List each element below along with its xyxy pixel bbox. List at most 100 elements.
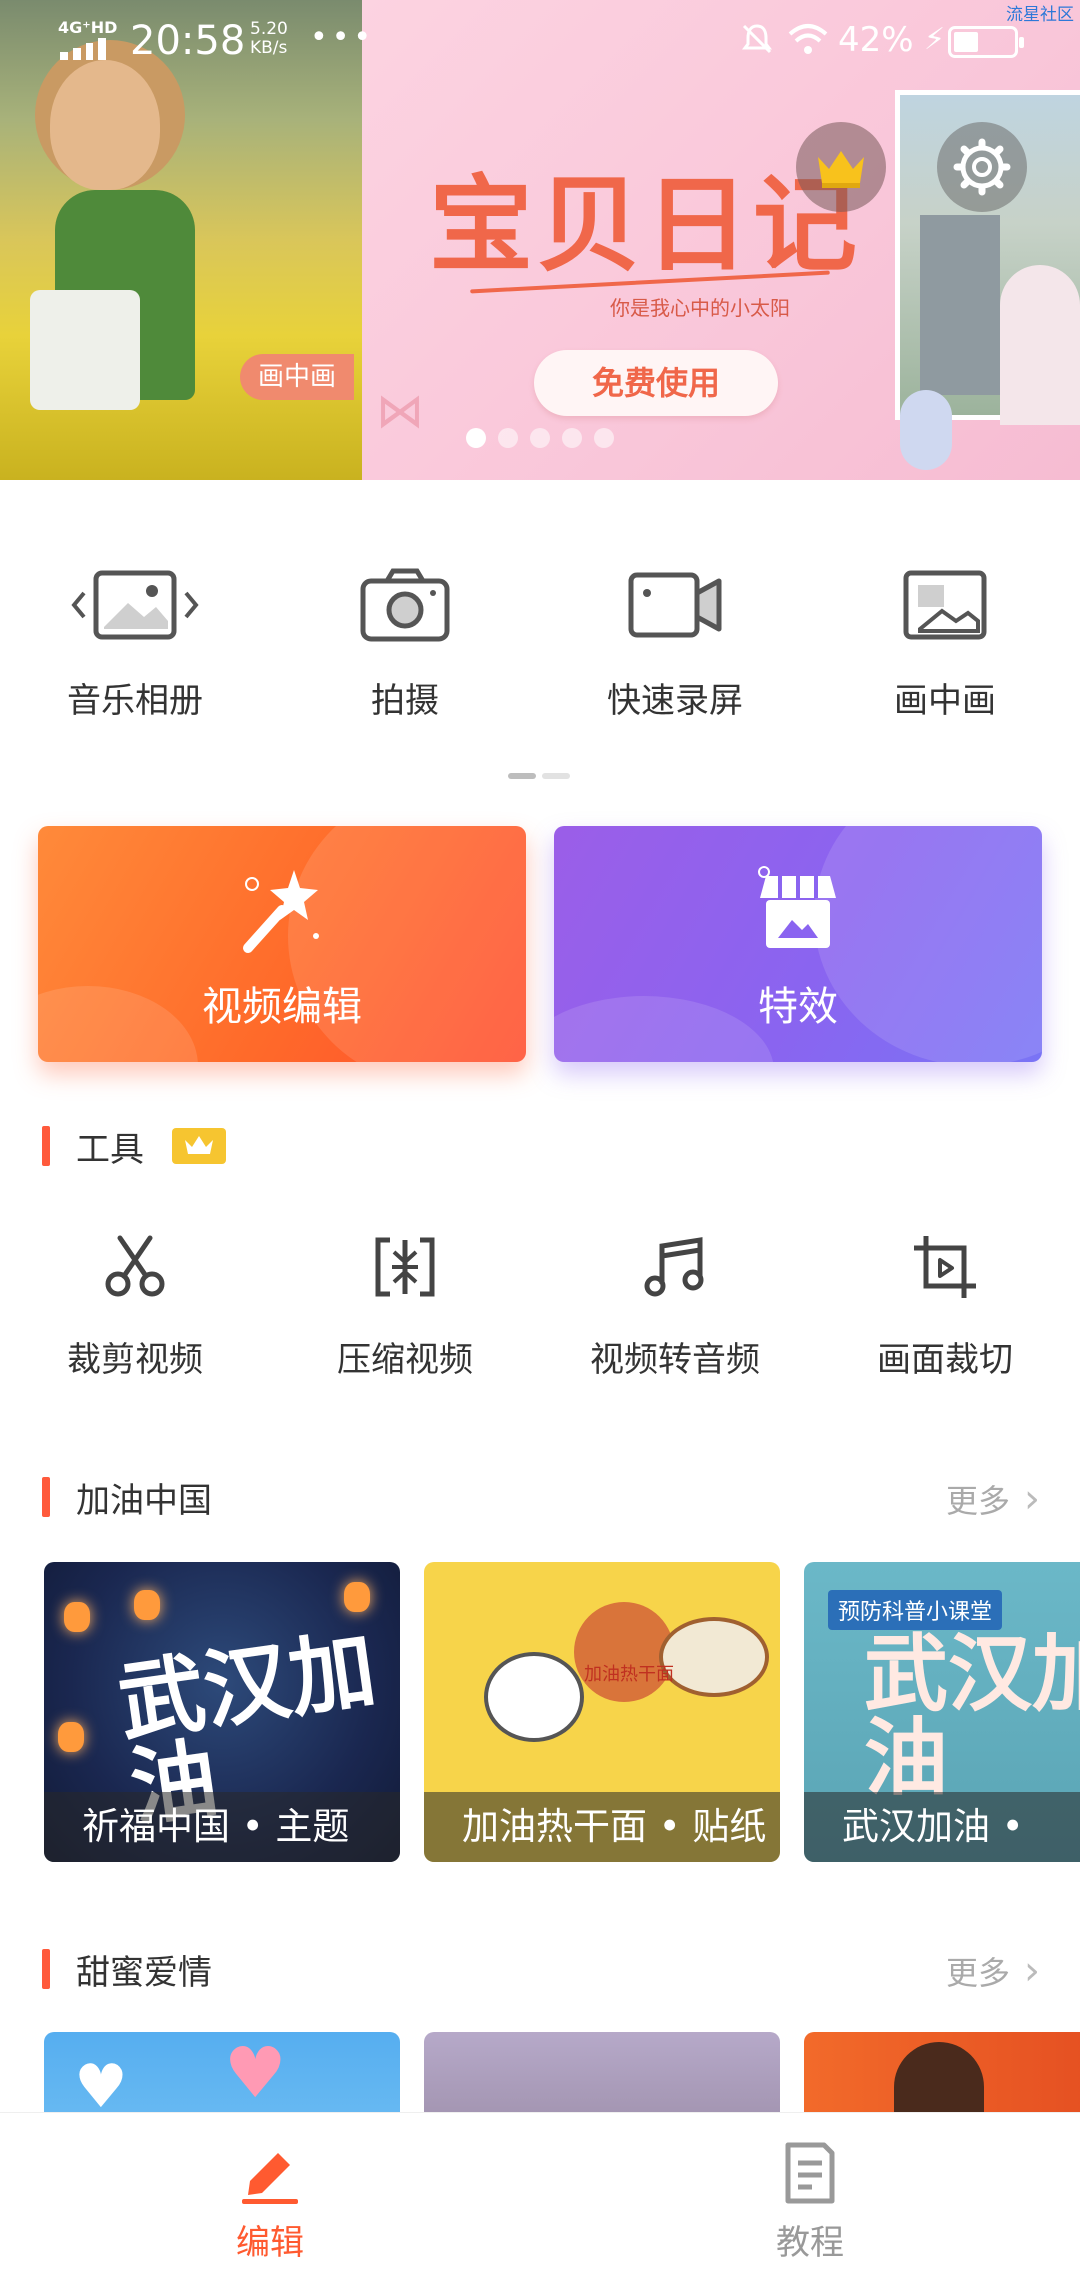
quick-action-label: 快速录屏 bbox=[607, 681, 743, 721]
card-caption: 祈福中国 • 主题 bbox=[44, 1792, 400, 1862]
quick-action-label: 画中画 bbox=[894, 681, 996, 721]
compress-icon bbox=[375, 1237, 435, 1297]
page-indicator-inactive bbox=[542, 773, 570, 779]
tools-section-header: 工具 bbox=[42, 1121, 226, 1171]
tool-compress-video[interactable]: 压缩视频 bbox=[270, 1232, 540, 1412]
tool-video-to-audio[interactable]: 视频转音频 bbox=[540, 1232, 810, 1412]
love-card-couple[interactable] bbox=[424, 2032, 780, 2112]
lantern-decoration bbox=[58, 1722, 84, 1752]
camera-icon bbox=[360, 568, 450, 642]
quick-actions-page-indicator bbox=[508, 773, 570, 779]
quick-action-label: 拍摄 bbox=[371, 681, 439, 721]
love-thumbnails: ♥ ♥ bbox=[44, 2032, 1080, 2112]
mute-icon bbox=[742, 24, 772, 54]
nav-tutorial[interactable]: 教程 bbox=[540, 2113, 1080, 2280]
bow-decoration: ⋈ bbox=[376, 383, 424, 439]
heart-icon: ♥ bbox=[224, 2032, 287, 2112]
vip-crown-button[interactable] bbox=[796, 122, 886, 212]
quick-action-label: 音乐相册 bbox=[67, 681, 203, 721]
settings-button[interactable] bbox=[937, 122, 1027, 212]
love-more-link[interactable]: 更多 › bbox=[946, 1948, 1040, 1994]
tool-crop-frame[interactable]: 画面裁切 bbox=[810, 1232, 1080, 1412]
card-art-text: 武汉加油 bbox=[864, 1624, 1080, 1807]
noodle-bowl-illustration bbox=[484, 1652, 584, 1742]
signal-icon bbox=[60, 38, 106, 60]
network-type: 4G⁺HD bbox=[58, 18, 118, 37]
section-title: 加油中国 bbox=[76, 1480, 212, 1521]
free-use-button[interactable]: 免费使用 bbox=[534, 350, 778, 416]
more-notifications-icon: ••• bbox=[310, 20, 376, 55]
card-caption: 武汉加油 • bbox=[804, 1792, 1080, 1862]
nav-edit[interactable]: 编辑 bbox=[0, 2113, 540, 2280]
picture-in-picture-icon bbox=[903, 570, 987, 640]
banner-pip-tag: 画中画 bbox=[240, 354, 355, 400]
page-indicator-active bbox=[508, 773, 536, 779]
scissors-icon bbox=[105, 1235, 165, 1297]
bun-illustration bbox=[659, 1617, 769, 1697]
clock: 20:58 bbox=[130, 18, 246, 64]
tool-label: 裁剪视频 bbox=[67, 1340, 203, 1380]
tool-trim-video[interactable]: 裁剪视频 bbox=[0, 1232, 270, 1412]
bottom-navigation: 编辑 教程 bbox=[0, 2112, 1080, 2280]
nav-label: 教程 bbox=[776, 2223, 844, 2263]
sticker-card-reganmian[interactable]: 加油热干面 加油热干面 • 贴纸 bbox=[424, 1562, 780, 1862]
effects-label: 特效 bbox=[758, 984, 838, 1030]
quick-action-screen-record[interactable]: 快速录屏 bbox=[540, 540, 810, 740]
effects-card[interactable]: 特效 bbox=[554, 826, 1042, 1062]
quick-action-camera[interactable]: 拍摄 bbox=[270, 540, 540, 740]
china-more-link[interactable]: 更多 › bbox=[946, 1476, 1040, 1522]
bunny-decoration bbox=[900, 390, 952, 470]
lantern-decoration bbox=[64, 1602, 90, 1632]
section-title: 甜蜜爱情 bbox=[76, 1952, 212, 1993]
community-link[interactable]: 流星社区 bbox=[1006, 0, 1074, 25]
theme-card-pray-china[interactable]: 武汉加油 祈福中国 • 主题 bbox=[44, 1562, 400, 1862]
tools-row: 裁剪视频 压缩视频 视频转音频 画面裁切 bbox=[0, 1232, 1080, 1412]
banner-dot[interactable] bbox=[530, 428, 550, 448]
portrait-face bbox=[894, 2042, 984, 2112]
card-caption: 加油热干面 • 贴纸 bbox=[424, 1792, 780, 1862]
lantern-decoration bbox=[344, 1582, 370, 1612]
wifi-icon bbox=[788, 24, 828, 54]
section-title: 工具 bbox=[76, 1129, 144, 1170]
china-section-header: 加油中国 bbox=[42, 1472, 212, 1522]
edit-icon bbox=[242, 2153, 298, 2204]
music-album-icon bbox=[71, 570, 199, 640]
crown-icon bbox=[818, 151, 864, 188]
quick-actions-row: 音乐相册 拍摄 快速录屏 画中画 bbox=[0, 540, 1080, 740]
section-accent-bar bbox=[42, 1126, 50, 1166]
banner-dot[interactable] bbox=[562, 428, 582, 448]
battery-icon bbox=[948, 26, 1024, 58]
network-speed: 5.20 KB/s bbox=[250, 19, 288, 58]
quick-action-pip[interactable]: 画中画 bbox=[810, 540, 1080, 740]
banner-dot-active[interactable] bbox=[466, 428, 486, 448]
banner-dot[interactable] bbox=[498, 428, 518, 448]
gear-icon bbox=[953, 138, 1011, 196]
top-banner[interactable]: 画中画 ⋈ 宝贝日记 你是我心中的小太阳 免费使用 4G⁺HD 20:58 5.… bbox=[0, 0, 1080, 480]
video-edit-card[interactable]: 视频编辑 bbox=[38, 826, 526, 1062]
photo-building bbox=[920, 215, 1000, 395]
more-label: 更多 bbox=[945, 1482, 1010, 1520]
banner-page-dots[interactable] bbox=[466, 428, 614, 448]
section-accent-bar bbox=[42, 1477, 50, 1517]
tool-label: 压缩视频 bbox=[337, 1340, 473, 1380]
battery-level bbox=[954, 32, 979, 52]
love-section-header: 甜蜜爱情 bbox=[42, 1944, 212, 1994]
banner-subtitle: 你是我心中的小太阳 bbox=[610, 296, 790, 320]
charging-icon: ⚡ bbox=[924, 22, 946, 57]
tutorial-icon bbox=[785, 2142, 835, 2204]
more-label: 更多 bbox=[945, 1954, 1010, 1992]
lantern-decoration bbox=[134, 1590, 160, 1620]
tool-label: 画面裁切 bbox=[877, 1340, 1013, 1380]
photo-child bbox=[1000, 265, 1080, 425]
nav-label: 编辑 bbox=[236, 2223, 304, 2263]
love-card-portrait[interactable] bbox=[804, 2032, 1080, 2112]
photo-girl-apron bbox=[30, 290, 140, 410]
quick-action-music-album[interactable]: 音乐相册 bbox=[0, 540, 270, 740]
heart-icon: ♥ bbox=[74, 2052, 128, 2112]
theme-card-wuhan[interactable]: 预防科普小课堂 武汉加油 武汉加油 • bbox=[804, 1562, 1080, 1862]
magic-wand-icon bbox=[243, 870, 319, 953]
store-icon bbox=[758, 866, 836, 948]
tool-label: 视频转音频 bbox=[590, 1340, 760, 1380]
banner-dot[interactable] bbox=[594, 428, 614, 448]
love-card-hearts[interactable]: ♥ ♥ bbox=[44, 2032, 400, 2112]
